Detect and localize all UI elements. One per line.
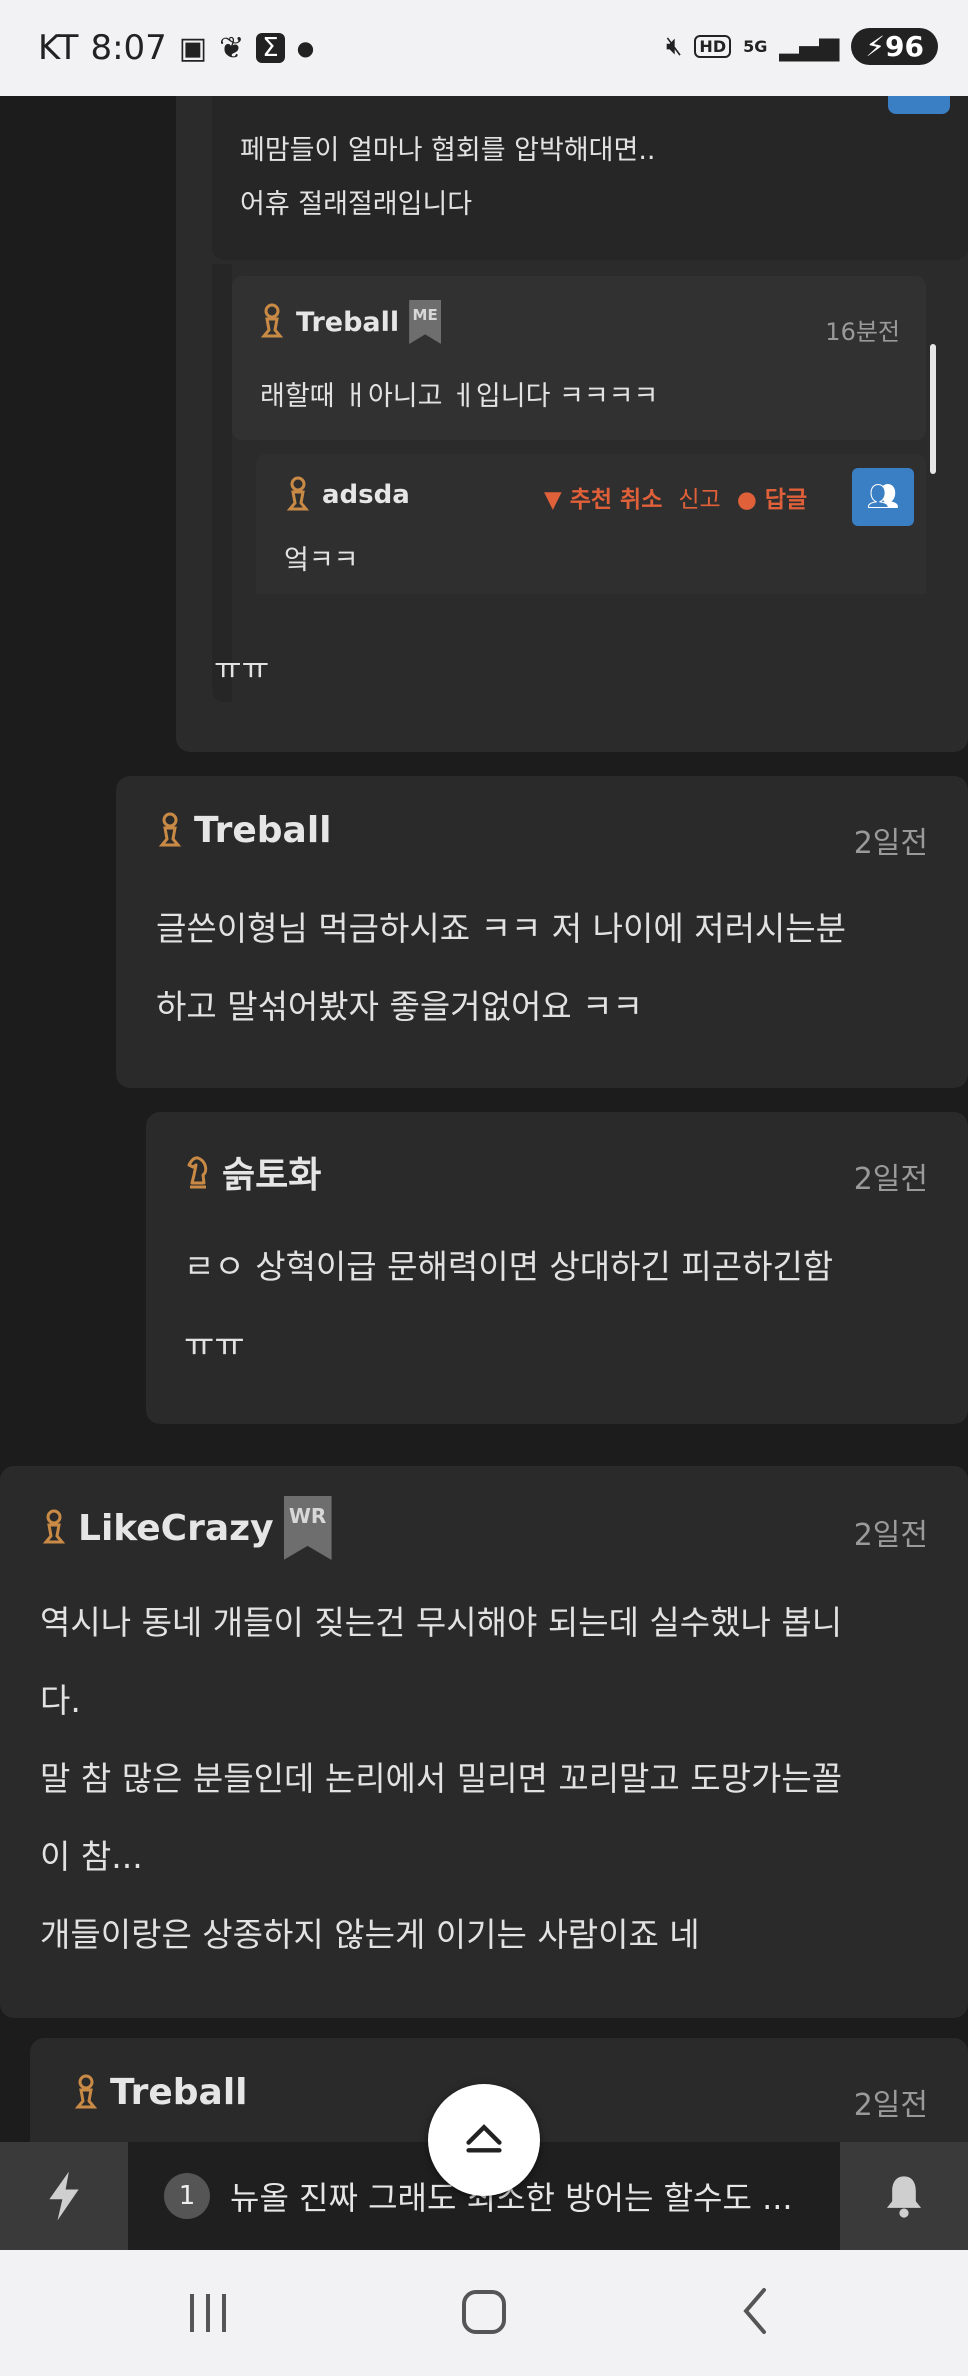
recent-apps-button[interactable] [190,2288,246,2338]
timestamp: 2일전 [853,826,928,861]
thread-rail [212,264,232,702]
comment-card: LikeCrazy WR 2일전 역시나 동네 개들이 짖는건 무시해야 되는데… [0,1466,968,2018]
ticker-count: 1 [164,2173,210,2219]
reply-card: Treball ME 16분전 래할때 ㅐ아니고 ㅔ입니다 ㅋㅋㅋㅋ [232,276,926,440]
lightning-icon [49,2171,79,2221]
leaf-icon: ❦ [219,30,245,66]
recommend-cancel-button[interactable]: ▼ 추천 취소 [544,480,662,514]
comment-text: 엌ㅋㅋ [284,545,359,576]
pawn-icon [158,812,182,846]
timestamp: 2일전 [853,1518,928,1553]
username[interactable]: 슭토화 [222,1146,321,1198]
pawn-icon [286,476,310,511]
comment-header: Treball [72,2072,248,2113]
status-bar: KT 8:07 ▣ ❦ Σ ● 🔇︎ HD 5G ▂▄▆ ⚡96 [0,0,968,96]
comment-line: 다. [40,1681,81,1720]
chevron-up-icon [466,2124,502,2153]
reply-label: 답글 [764,487,808,513]
back-icon [743,2288,766,2334]
knight-icon [187,1156,208,1189]
comment-line: ㅠㅠ [184,1325,245,1364]
mute-icon: 🔇︎ [666,31,683,61]
pawn-icon [74,2074,98,2108]
comment-line: ㄹㅇ 상혁이급 문해력이면 상대하긴 피곤하긴함 [184,1247,834,1286]
pawn-icon [260,303,284,338]
comment-line: 역시나 동네 개들이 짖는건 무시해야 되는데 실수했나 봅니 [40,1603,843,1642]
speech-bubble-icon: ● [736,487,757,513]
clock: 8:07 [90,28,167,68]
thread-scrollbar[interactable] [930,344,936,474]
battery-level: 96 [885,30,924,63]
comment-line: 말 참 많은 분들인데 논리에서 밀리면 꼬리말고 도망가는꼴 [40,1759,843,1798]
dot-icon: ● [296,36,315,60]
ticker-text: 뉴올 진짜 그래도 최소한 방어는 할수도 ... [230,2179,793,2217]
reply-card: adsda ▼ 추천 취소 신고 ● 답글 👥︎ 엌ㅋㅋ [256,454,926,594]
comment-line: 하고 말섞어봤자 좋을거없어요 ㅋㅋ [156,987,643,1026]
reply-button[interactable]: ● 답글 [737,480,807,514]
system-nav-bar [0,2250,968,2376]
comment-card-inner: 페맘들이 얼마나 협회를 압박해대면.. 어휴 절래절래입니다 [212,96,968,260]
comment-line: 어휴 절래절래입니다 [240,189,473,220]
me-badge: ME [409,300,442,344]
scroll-top-button[interactable] [428,2084,540,2196]
comment-line: 페맘들이 얼마나 협회를 압박해대면.. [240,135,656,166]
pawn-icon [42,1509,66,1544]
username[interactable]: Treball [110,2072,248,2113]
username[interactable]: LikeCrazy [78,1508,274,1549]
reply-header: adsda [284,476,410,514]
recommend-cancel-label: 추천 취소 [569,487,663,513]
flash-button[interactable] [0,2142,128,2250]
reply-header: Treball ME [258,300,442,344]
timestamp: 2일전 [853,2088,928,2123]
5g-icon: 5G [743,37,768,56]
group-icon: 👥︎ [866,482,900,512]
notification-button[interactable] [840,2142,968,2250]
hd-icon: HD [694,35,732,58]
comment-card: Treball 2일전 글쓴이형님 먹금하시죠 ㅋㅋ 저 나이에 저러시는분 하… [116,776,968,1088]
reply-thread: Treball ME 16분전 래할때 ㅐ아니고 ㅔ입니다 ㅋㅋㅋㅋ adsda… [212,264,936,704]
comment-header: LikeCrazy WR [40,1496,332,1560]
back-button[interactable] [740,2286,780,2340]
username[interactable]: adsda [322,480,410,510]
comment-text: 래할때 ㅐ아니고 ㅔ입니다 ㅋㅋㅋㅋ [260,381,659,412]
status-right: 🔇︎ HD 5G ▂▄▆ ⚡96 [666,28,938,65]
wr-badge: WR [283,1496,332,1560]
username[interactable]: Treball [296,307,399,338]
group-button-partial[interactable] [888,96,950,114]
comment-header: Treball [156,810,332,851]
timestamp: 16분전 [825,318,900,346]
comment-header: 슭토화 [184,1146,321,1198]
comment-actions: ▼ 추천 취소 신고 ● 답글 [544,480,807,514]
comment-text: ㅠㅠ [214,652,270,687]
comment-line: 개들이랑은 상종하지 않는게 이기는 사람이죠 네 [40,1915,700,1954]
signal-icon: ▂▄▆ [779,31,840,62]
comment-card: 슭토화 2일전 ㄹㅇ 상혁이급 문해력이면 상대하긴 피곤하긴함 ㅠㅠ [146,1112,968,1424]
home-button[interactable] [462,2290,506,2334]
status-left: KT 8:07 ▣ ❦ Σ ● [38,28,314,68]
comment-line: 글쓴이형님 먹금하시죠 ㅋㅋ 저 나이에 저러시는분 [156,909,847,948]
recent-apps-icon [190,2294,226,2332]
report-button[interactable]: 신고 [678,480,720,514]
screenshot-icon: ▣ [178,30,208,66]
thumbs-down-icon: ▼ [544,487,562,513]
sigma-icon: Σ [256,33,285,63]
comment-line: 이 참... [40,1837,143,1876]
username[interactable]: Treball [194,810,332,851]
bell-icon [886,2176,922,2218]
timestamp: 2일전 [853,1162,928,1197]
battery: ⚡96 [851,28,938,65]
comment-card: 페맘들이 얼마나 협회를 압박해대면.. 어휴 절래절래입니다 Treball … [176,96,968,752]
group-button[interactable]: 👥︎ [852,468,914,526]
carrier: KT [38,28,79,68]
